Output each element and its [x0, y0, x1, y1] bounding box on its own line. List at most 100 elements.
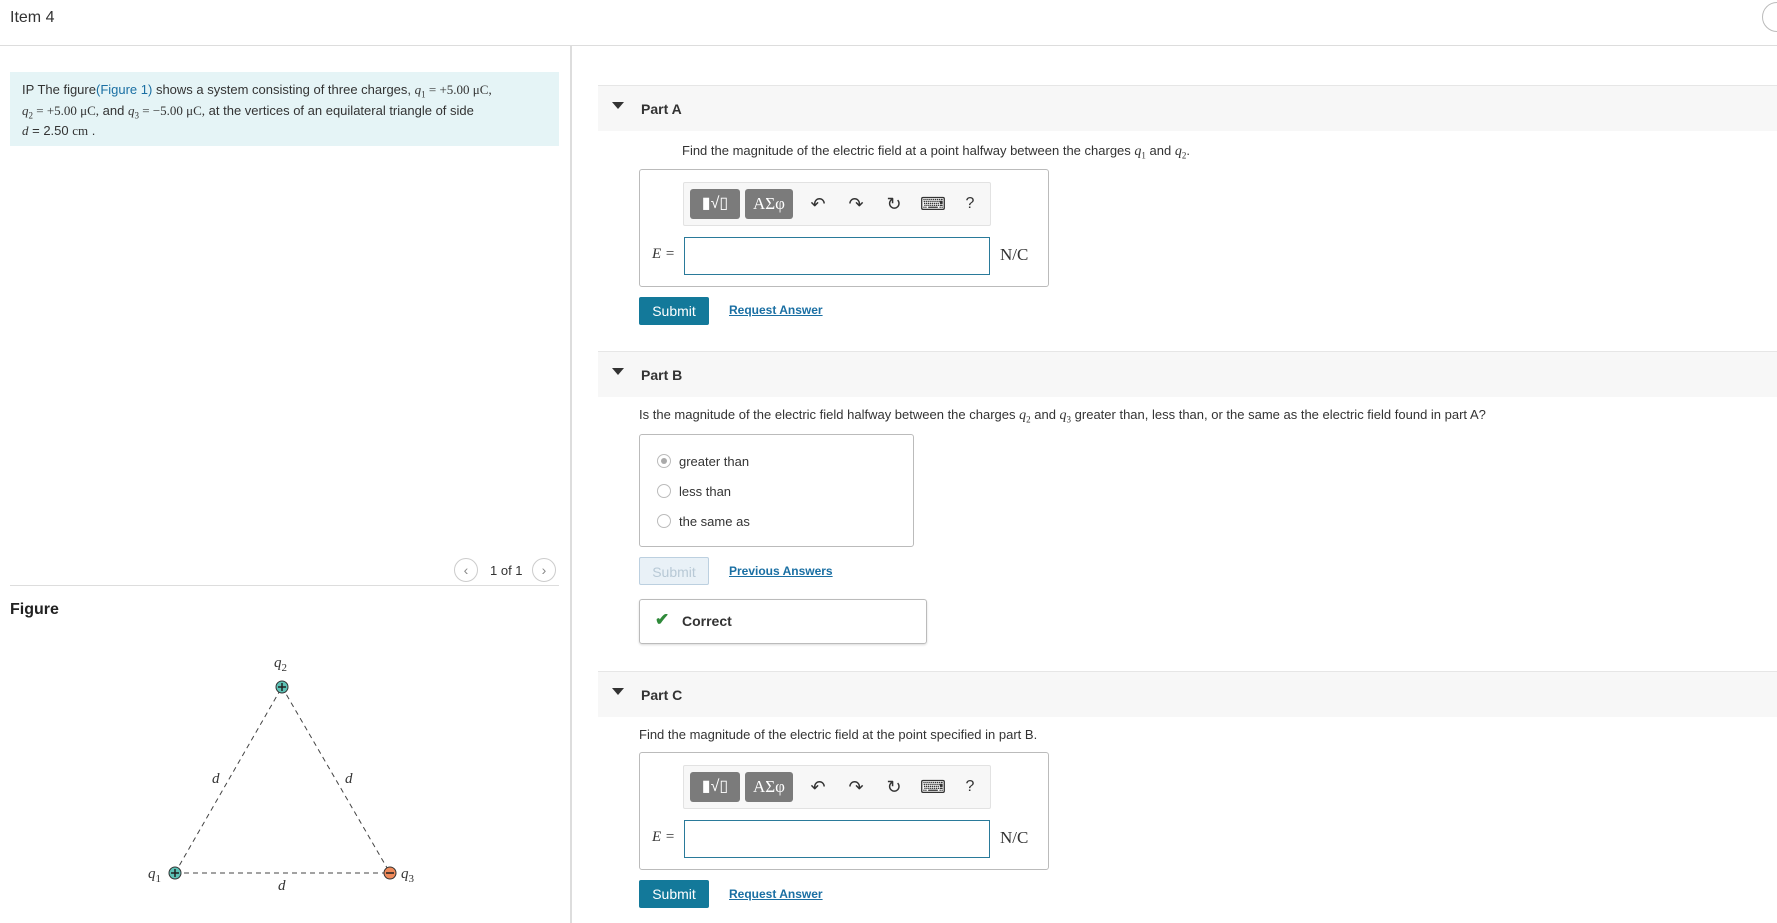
problem-text-3: at the vertices of an equilateral triang…	[205, 102, 474, 118]
part-a-question: Find the magnitude of the electric field…	[682, 143, 1190, 161]
part-c-answer-input[interactable]	[684, 820, 990, 858]
collapse-panel-button[interactable]	[1762, 2, 1777, 32]
feedback-correct-label: Correct	[682, 613, 732, 629]
keyboard-button[interactable]: ⌨	[920, 192, 946, 216]
problem-statement: IP The figure(Figure 1) shows a system c…	[10, 72, 559, 146]
part-b-feedback: ✔ Correct	[639, 599, 927, 644]
label-q3: q3	[401, 866, 415, 885]
chevron-left-icon: ‹	[463, 562, 469, 578]
label-d-left: d	[212, 771, 220, 787]
reset-button[interactable]: ↻	[882, 775, 906, 799]
charge-q2	[275, 680, 289, 694]
problem-and: and	[99, 102, 128, 118]
part-b-question: Is the magnitude of the electric field h…	[639, 407, 1486, 425]
part-b-question-end: greater than, less than, or the same as …	[1071, 407, 1486, 422]
radio-less-than[interactable]	[657, 484, 671, 498]
part-a-label: Part A	[641, 101, 682, 117]
problem-text-1: The figure	[34, 82, 96, 97]
part-a-submit-button[interactable]: Submit	[639, 297, 709, 325]
part-c-answer-box: ▮√▯ ΑΣφ ↶ ↷ ↻ ⌨ ? E = N/C	[639, 752, 1049, 870]
part-b-submit-button[interactable]: Submit	[639, 557, 709, 585]
q1-value: = +5.00 μC,	[425, 82, 492, 97]
side-q2-q3	[281, 686, 391, 874]
keyboard-icon: ⌨	[920, 194, 946, 214]
redo-button[interactable]: ↷	[844, 192, 868, 216]
check-icon: ✔	[655, 610, 670, 629]
part-a-question-text: Find the magnitude of the electric field…	[682, 143, 1135, 158]
greek-symbols-button[interactable]: ΑΣφ	[745, 772, 793, 802]
d-unit: cm	[72, 123, 89, 139]
part-c-header[interactable]: Part C	[598, 671, 1777, 717]
help-icon: ?	[965, 195, 975, 212]
redo-button[interactable]: ↷	[844, 775, 868, 799]
chevron-right-icon: ›	[541, 562, 547, 578]
problem-prefix: IP	[22, 82, 35, 97]
q3-value: = −5.00 μC,	[138, 102, 206, 118]
part-a-math-toolbar: ▮√▯ ΑΣφ ↶ ↷ ↻ ⌨ ?	[683, 182, 991, 226]
part-a-answer-input[interactable]	[684, 237, 990, 275]
figure-heading: Figure	[10, 601, 59, 618]
part-a-header[interactable]: Part A	[598, 85, 1777, 131]
caret-down-icon	[612, 102, 624, 109]
part-b-label: Part B	[641, 367, 683, 383]
part-c-question: Find the magnitude of the electric field…	[639, 727, 1038, 742]
d-equals: = 2.50	[28, 123, 73, 139]
keyboard-button[interactable]: ⌨	[920, 775, 946, 799]
undo-icon: ↶	[810, 194, 826, 214]
greek-symbols-button[interactable]: ΑΣφ	[745, 189, 793, 219]
templates-button[interactable]: ▮√▯	[690, 189, 740, 219]
label-d-right: d	[345, 771, 353, 787]
caret-down-icon	[612, 368, 624, 375]
redo-icon: ↷	[848, 194, 864, 214]
radio-same-as[interactable]	[657, 514, 671, 528]
figure-counter: 1 of 1	[490, 563, 523, 578]
part-c-request-answer-link[interactable]: Request Answer	[729, 887, 823, 901]
charge-triangle-figure: q2 q1 q3 d d d	[148, 655, 415, 894]
part-a-question-mid: and	[1145, 143, 1175, 158]
part-a-request-answer-link[interactable]: Request Answer	[729, 303, 823, 317]
choice-label: less than	[679, 484, 732, 499]
figure-prev-button[interactable]: ‹	[454, 558, 478, 582]
d-end: .	[88, 123, 96, 139]
part-c-unit: N/C	[1000, 828, 1029, 847]
part-b-header[interactable]: Part B	[598, 351, 1777, 397]
figure-link[interactable]: (Figure 1)	[96, 82, 152, 97]
caret-down-icon	[612, 688, 624, 695]
help-icon: ?	[965, 778, 975, 795]
radio-greater-than[interactable]	[657, 454, 671, 468]
part-c-submit-button[interactable]: Submit	[639, 880, 709, 908]
reset-icon: ↻	[886, 777, 902, 797]
part-a-question-end: .	[1186, 143, 1190, 158]
part-a-var-2: q	[1174, 144, 1182, 159]
part-b-choices: greater than less than the same as	[639, 434, 914, 547]
charge-q3	[383, 866, 397, 880]
choice-label: the same as	[679, 514, 750, 529]
choice-label: greater than	[679, 454, 750, 469]
part-b-previous-answers-link[interactable]: Previous Answers	[729, 564, 833, 578]
help-button[interactable]: ?	[958, 775, 982, 799]
undo-button[interactable]: ↶	[806, 775, 830, 799]
label-q1: q1	[148, 866, 161, 885]
help-button[interactable]: ?	[958, 192, 982, 216]
charge-q1	[168, 866, 182, 880]
reset-icon: ↻	[886, 194, 902, 214]
redo-icon: ↷	[848, 777, 864, 797]
templates-icon: ▮√▯	[701, 778, 729, 795]
side-q1-q2	[174, 686, 283, 874]
undo-button[interactable]: ↶	[806, 192, 830, 216]
keyboard-icon: ⌨	[920, 777, 946, 797]
part-c-eq-label: E =	[652, 829, 676, 845]
templates-button[interactable]: ▮√▯	[690, 772, 740, 802]
greek-icon: ΑΣφ	[753, 194, 785, 213]
part-b-question-mid: and	[1030, 407, 1060, 422]
greek-icon: ΑΣφ	[753, 777, 785, 796]
part-c-label: Part C	[641, 687, 683, 703]
part-a-unit: N/C	[1000, 245, 1029, 264]
part-a-answer-box: ▮√▯ ΑΣφ ↶ ↷ ↻ ⌨ ? E = N/C	[639, 169, 1049, 287]
item-title: Item 4	[10, 9, 55, 26]
undo-icon: ↶	[810, 777, 826, 797]
problem-text-2: shows a system consisting of three charg…	[152, 82, 415, 97]
part-b-question-text: Is the magnitude of the electric field h…	[639, 407, 1020, 422]
reset-button[interactable]: ↻	[882, 192, 906, 216]
figure-next-button[interactable]: ›	[532, 558, 556, 582]
